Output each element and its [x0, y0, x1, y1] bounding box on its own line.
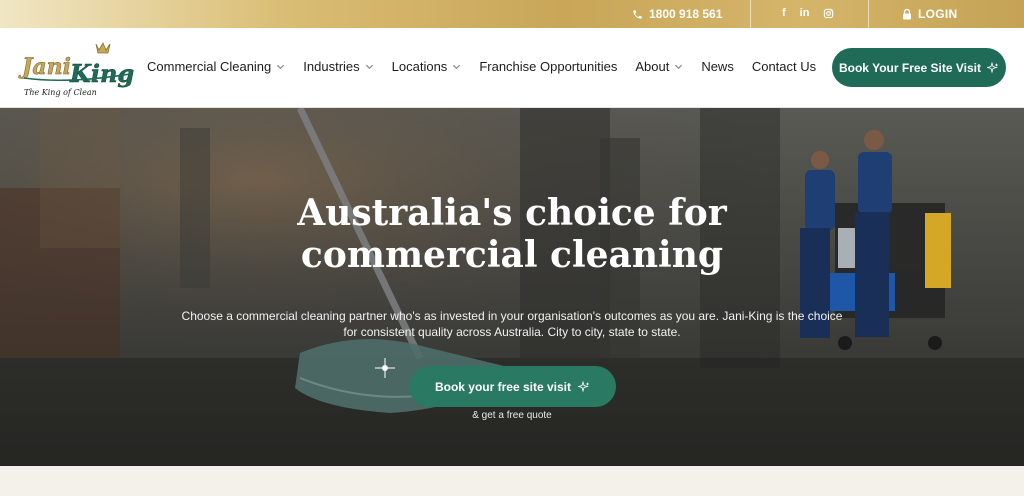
nav-label: News	[701, 59, 734, 74]
nav-about[interactable]: About	[635, 59, 683, 74]
hero-subtitle-line-2: for consistent quality across Australia.…	[343, 325, 681, 339]
next-section	[0, 466, 1024, 496]
logo-tagline: The King of Clean	[24, 88, 97, 97]
nav-label: About	[635, 59, 670, 74]
hero-subtitle: Choose a commercial cleaning partner who…	[168, 308, 856, 340]
chevron-down-icon	[675, 64, 683, 70]
hero-cta-label: Book your free site visit	[434, 379, 572, 394]
nav-label: Franchise Opportunities	[479, 59, 618, 74]
login-label: LOGIN	[918, 7, 958, 21]
lock-icon	[903, 8, 911, 19]
divider	[750, 0, 751, 28]
hero-book-site-visit-button[interactable]: Book your free site visit	[409, 366, 616, 407]
hero-title: Australia's choice for commercial cleani…	[0, 192, 1024, 276]
nav-label: Commercial Cleaning	[147, 59, 272, 74]
jani-king-logo[interactable]: Jani King The King of Clean	[18, 38, 138, 98]
phone-number: 1800 918 561	[649, 7, 723, 21]
hero-title-line-2: commercial cleaning	[300, 234, 724, 276]
linkedin-icon[interactable]: in	[800, 7, 810, 19]
top-utility-bar: 1800 918 561 f in LOGIN	[0, 0, 1024, 28]
book-site-visit-button[interactable]: Book Your Free Site Visit	[832, 48, 1006, 87]
nav-label: Locations	[391, 59, 448, 74]
nav-label: Industries	[303, 59, 360, 74]
hero-title-line-1: Australia's choice for	[297, 192, 727, 234]
svg-text:Jani: Jani	[18, 54, 71, 80]
nav-commercial-cleaning[interactable]: Commercial Cleaning	[147, 59, 285, 74]
sparkle-icon	[987, 61, 999, 73]
nav-contact-us[interactable]: Contact Us	[752, 59, 816, 74]
hero-subtitle-line-1: Choose a commercial cleaning partner who…	[181, 309, 843, 323]
nav-news[interactable]: News	[701, 59, 734, 74]
nav-industries[interactable]: Industries	[303, 59, 373, 74]
chevron-down-icon	[365, 64, 373, 70]
site-header: Jani King The King of Clean Commercial C…	[0, 28, 1024, 108]
divider	[868, 0, 869, 28]
facebook-icon[interactable]: f	[782, 7, 786, 19]
nav-label: Contact Us	[751, 59, 817, 74]
phone-icon	[633, 9, 642, 19]
sparkle-icon	[578, 380, 590, 392]
svg-text:King: King	[69, 59, 134, 88]
nav-franchise-opportunities[interactable]: Franchise Opportunities	[479, 59, 617, 74]
nav-locations[interactable]: Locations	[392, 59, 462, 74]
hero-quote-note: & get a free quote	[472, 410, 552, 421]
instagram-icon[interactable]	[823, 8, 834, 19]
login-link[interactable]: LOGIN	[902, 7, 958, 21]
phone-link[interactable]: 1800 918 561	[632, 7, 722, 21]
social-links: f in	[782, 7, 834, 19]
hero-section: Australia's choice for commercial cleani…	[0, 108, 1024, 466]
chevron-down-icon	[453, 64, 461, 70]
chevron-down-icon	[277, 64, 285, 70]
main-nav: Commercial Cleaning Industries Locations…	[147, 59, 834, 74]
book-site-visit-label: Book Your Free Site Visit	[838, 60, 982, 75]
